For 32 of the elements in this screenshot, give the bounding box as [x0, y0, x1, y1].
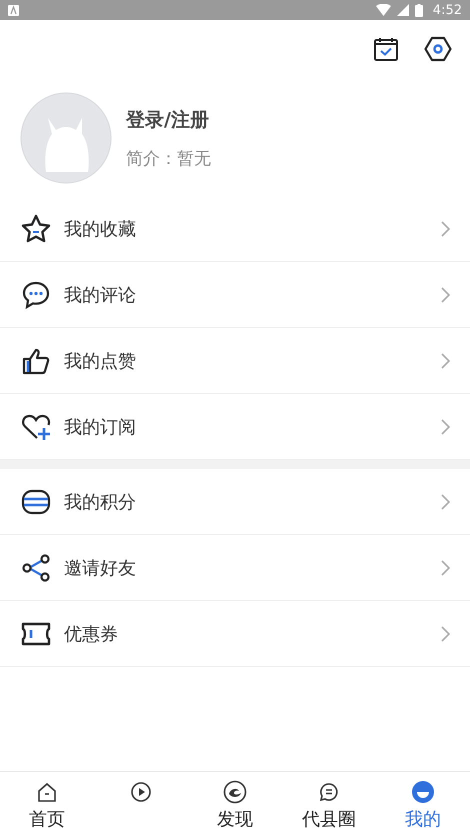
chevron-right-icon [441, 626, 450, 642]
menu-item[interactable]: 邀请好友 [0, 535, 470, 601]
notification-icon [8, 4, 19, 16]
menu-item[interactable]: 我的评论 [0, 262, 470, 328]
menu-item[interactable]: 我的积分 [0, 469, 470, 535]
profile-icon [411, 780, 435, 804]
chevron-right-icon [441, 494, 450, 510]
nav-tab[interactable]: 我的 [376, 772, 470, 838]
chevron-right-icon [441, 286, 450, 302]
nav-tab[interactable]: 代县圈 [282, 772, 376, 838]
star-icon [20, 212, 52, 244]
home-icon [36, 780, 58, 804]
chevron-right-icon [441, 560, 450, 576]
nav-tab[interactable]: 发现 [188, 772, 282, 838]
signal-icon [396, 4, 409, 16]
login-register-link[interactable]: 登录/注册 [126, 106, 211, 132]
chevron-right-icon [441, 352, 450, 368]
nav-tab[interactable]: 首页 [0, 772, 94, 838]
chat-icon [318, 780, 340, 804]
settings-icon[interactable] [423, 34, 453, 64]
status-time: 4:52 [432, 2, 462, 18]
share-icon [20, 552, 52, 584]
chevron-right-icon [441, 418, 450, 434]
wifi-icon [376, 4, 391, 16]
swirl-icon [223, 780, 247, 804]
menu-item[interactable]: 我的点赞 [0, 328, 470, 394]
bio-text: 简介：暂无 [126, 148, 211, 170]
chevron-right-icon [441, 220, 450, 236]
menu-item[interactable]: 我的收藏 [0, 196, 470, 262]
play-icon [130, 780, 152, 804]
battery-icon [414, 4, 423, 16]
menu-item[interactable]: 优惠券 [0, 601, 470, 667]
